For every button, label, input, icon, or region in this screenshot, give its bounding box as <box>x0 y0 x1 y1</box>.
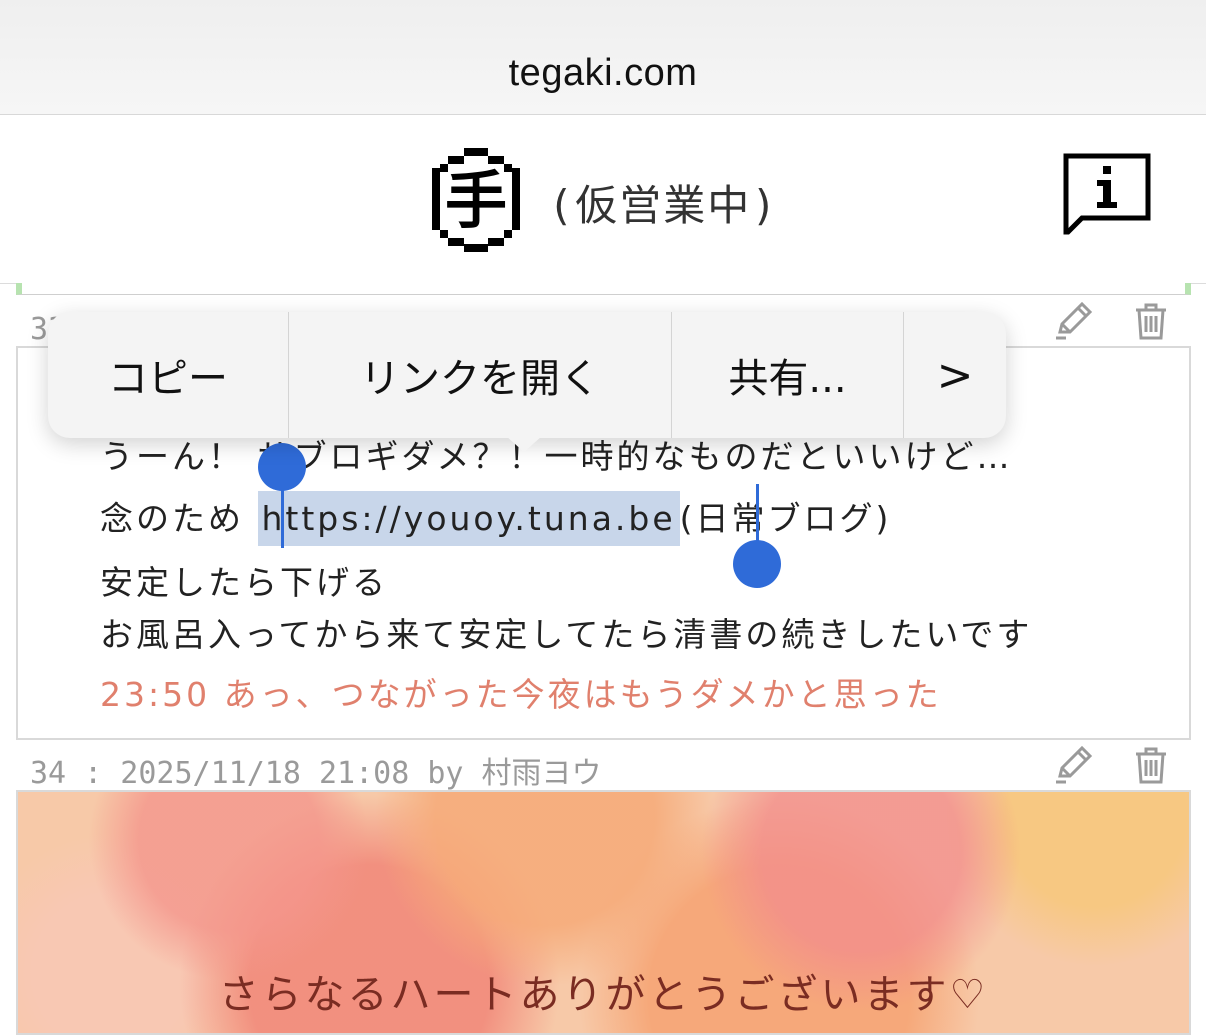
open-link-menu-item[interactable]: リンクを開く <box>289 312 671 438</box>
svg-text:手: 手 <box>445 164 507 237</box>
post-text-line: お風呂入ってから来て安定してたら清書の続きしたいです <box>100 615 1033 654</box>
site-tagline: (仮営業中) <box>548 181 779 230</box>
selection-start-handle[interactable] <box>258 443 306 491</box>
post-text-line: 念のため https://youoy.tuna.be (日常ブログ) <box>100 491 892 546</box>
post-text-fragment: (日常ブログ) <box>679 499 892 538</box>
trash-icon[interactable] <box>1130 300 1172 342</box>
post-meta: 34 : 2025/11/18 21:08 by 村雨ヨウ <box>30 756 602 791</box>
share-menu-item[interactable]: 共有... <box>672 312 903 438</box>
copy-menu-item[interactable]: コピー <box>48 312 288 438</box>
post-text-line: 安定したら下げる <box>100 563 388 602</box>
pencil-icon[interactable] <box>1052 300 1094 342</box>
post-text-line-timestamp: 23:50 あっ、つながった今夜はもうダメかと思った <box>100 675 942 714</box>
context-menu-pointer <box>506 436 542 452</box>
selection-end-handle[interactable] <box>733 540 781 588</box>
info-bubble-icon[interactable] <box>1062 152 1152 242</box>
site-header: 手 (仮営業中) <box>0 116 1206 284</box>
context-menu: コピー リンクを開く 共有... > <box>48 312 1006 438</box>
previous-post-edge <box>16 283 1191 295</box>
browser-url-bar[interactable]: tegaki.com <box>0 0 1206 115</box>
more-menu-item[interactable]: > <box>904 312 1006 438</box>
post-image[interactable]: さらなるハートありがとうございます♡ <box>16 790 1191 1035</box>
selected-link[interactable]: https://youoy.tuna.be <box>257 491 680 546</box>
image-caption: さらなるハートありがとうございます♡ <box>218 972 989 1018</box>
post-text-fragment: 念のため <box>100 499 258 538</box>
url-text[interactable]: tegaki.com <box>0 52 1206 95</box>
pencil-icon[interactable] <box>1052 744 1094 786</box>
logo-icon[interactable]: 手 <box>420 144 532 254</box>
trash-icon[interactable] <box>1130 744 1172 786</box>
